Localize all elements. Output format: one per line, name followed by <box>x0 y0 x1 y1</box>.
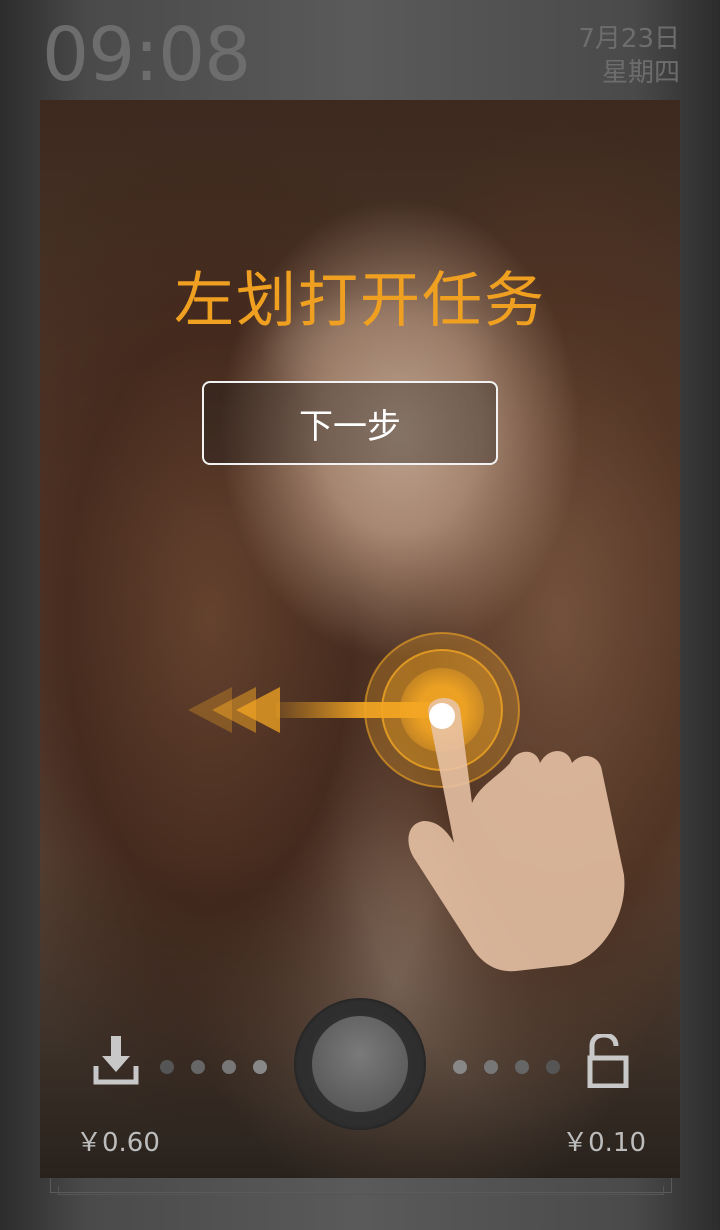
weekday-label: 星期四 <box>601 58 680 88</box>
left-track-dot <box>253 1060 267 1074</box>
lock-screen: 09:08 7月23日 星期四 左划打开任务 下一步 ￥0.60 ￥0.10 <box>0 0 720 1230</box>
right-reward-label: ￥0.10 <box>562 1128 646 1158</box>
next-step-button[interactable]: 下一步 <box>202 381 498 465</box>
left-track-dot <box>222 1060 236 1074</box>
date-block: 7月23日 星期四 <box>578 22 680 90</box>
left-track-dot <box>191 1060 205 1074</box>
right-track-dot <box>453 1060 467 1074</box>
tutorial-title: 左划打开任务 <box>174 266 546 336</box>
unlock-slider-knob[interactable] <box>294 998 426 1130</box>
frame-edge-inner <box>58 1186 664 1195</box>
right-track-dot <box>546 1060 560 1074</box>
right-track-dot <box>484 1060 498 1074</box>
unlock-icon[interactable] <box>584 1034 632 1088</box>
right-track-dot <box>515 1060 529 1074</box>
unlock-slider-knob-core <box>312 1016 408 1112</box>
download-icon[interactable] <box>92 1034 140 1086</box>
clock-time: 09:08 <box>42 12 251 98</box>
date-label: 7月23日 <box>578 24 680 54</box>
chevron-left-icon <box>188 687 280 733</box>
left-track-dot <box>160 1060 174 1074</box>
swipe-left-hand-icon <box>188 632 625 972</box>
unlock-bar: ￥0.60 ￥0.10 <box>40 990 680 1178</box>
left-reward-label: ￥0.60 <box>76 1128 160 1158</box>
